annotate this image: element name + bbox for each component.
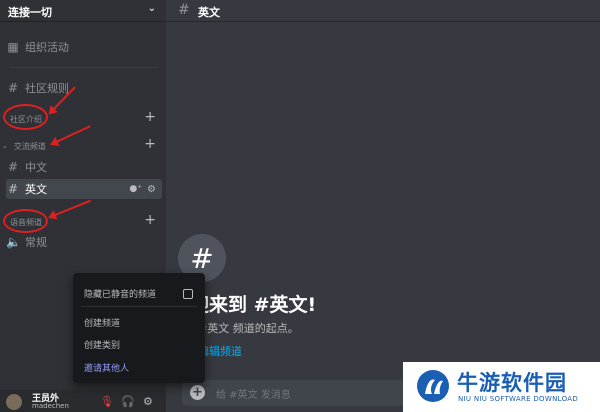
events-label: 组织活动	[25, 41, 69, 54]
avatar[interactable]	[6, 394, 22, 410]
add-attachment-icon[interactable]: +	[190, 385, 205, 400]
gear-icon[interactable]: ⚙	[147, 184, 156, 195]
channel-label: 中文	[25, 161, 47, 174]
channel-title: 英文	[198, 6, 220, 19]
user-panel: 王员外 madechen 🎙 🎧 ⚙	[0, 390, 166, 412]
calendar-icon: ▦	[7, 40, 19, 54]
chevron-down-icon: ⌄	[2, 142, 8, 150]
watermark-logo	[417, 370, 449, 402]
category-chat[interactable]: ⌄ 交流频道 +	[2, 136, 162, 153]
watermark-title: 牛游软件园	[457, 371, 567, 395]
chevron-down-icon[interactable]: ⌄	[148, 3, 156, 14]
invite-people-item[interactable]: 邀请其他人	[84, 361, 129, 374]
create-category-item[interactable]: 创建类别	[84, 338, 120, 351]
server-header[interactable]: 连接一切 ⌄	[0, 0, 166, 22]
add-channel-icon[interactable]: +	[144, 109, 156, 125]
context-menu: 隐藏已静音的频道 创建频道 创建类别 邀请其他人	[73, 273, 205, 383]
welcome-subtitle: #英文 频道的起点。	[198, 322, 299, 335]
user-tag: madechen	[32, 402, 69, 410]
annotation-ellipse	[3, 104, 48, 130]
sidebar-divider	[10, 67, 158, 68]
gear-icon[interactable]: ⚙	[143, 395, 153, 408]
add-channel-icon[interactable]: +	[144, 212, 156, 228]
menu-divider	[81, 306, 197, 307]
channel-label: 社区规则	[25, 82, 69, 95]
speaker-icon: 🔈	[6, 235, 21, 249]
channel-header: # 英文	[166, 0, 600, 22]
channel-item-chinese[interactable]: # 中文	[6, 157, 162, 177]
voice-channel-item[interactable]: 🔈 常规	[6, 232, 162, 252]
invite-user-icon[interactable]: ●⁺	[129, 184, 142, 194]
channel-item-english[interactable]: # 英文 ●⁺ ⚙	[6, 179, 162, 199]
add-channel-icon[interactable]: +	[144, 136, 156, 152]
hash-icon: #	[7, 182, 19, 196]
watermark: 牛游软件园 NIU NIU SOFTWARE DOWNLOAD	[403, 362, 600, 412]
welcome-title: 迎来到 #英文!	[190, 294, 317, 316]
hide-muted-channels-item[interactable]: 隐藏已静音的频道	[84, 287, 156, 300]
hash-icon: #	[178, 2, 190, 18]
channel-item-rules[interactable]: # 社区规则	[6, 78, 162, 98]
message-composer[interactable]: + 给 #英文 发消息	[182, 380, 412, 406]
events-item[interactable]: ▦ 组织活动	[6, 37, 162, 57]
checkbox[interactable]	[183, 289, 193, 299]
hash-icon: #	[7, 160, 19, 174]
channel-label: 英文	[25, 183, 47, 196]
headphones-icon[interactable]: 🎧	[121, 395, 135, 408]
server-name: 连接一切	[8, 6, 52, 19]
annotation-ellipse	[3, 209, 48, 233]
category-label: 交流频道	[13, 141, 46, 151]
hash-icon: #	[7, 81, 19, 95]
channel-label: 常规	[25, 236, 47, 249]
create-channel-item[interactable]: 创建频道	[84, 316, 120, 329]
watermark-subtitle: NIU NIU SOFTWARE DOWNLOAD	[458, 395, 579, 403]
mute-mic-icon[interactable]: 🎙	[100, 395, 114, 408]
message-input-placeholder: 给 #英文 发消息	[216, 390, 291, 401]
